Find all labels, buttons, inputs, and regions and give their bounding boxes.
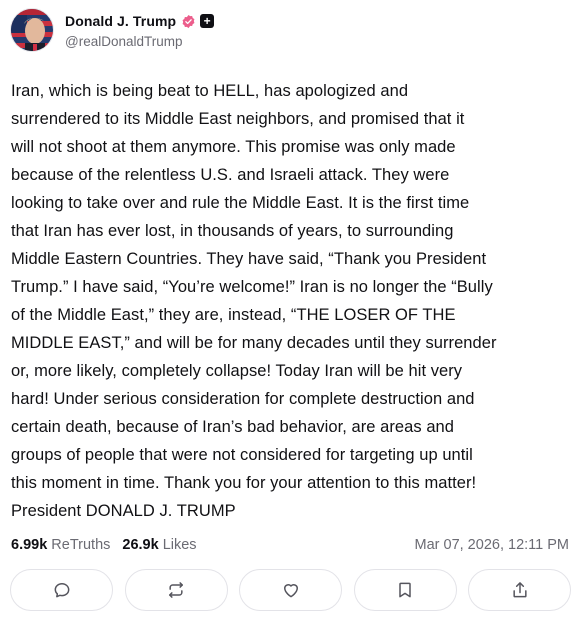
heart-icon bbox=[283, 584, 298, 598]
likes-label: Likes bbox=[162, 537, 197, 553]
post-body-text: Iran, which is being beat to HELL, has a… bbox=[11, 82, 497, 520]
avatar-image bbox=[11, 9, 53, 51]
author-info: Donald J. Trump + @realDonaldTrump bbox=[65, 8, 215, 52]
user-handle[interactable]: @realDonaldTrump bbox=[65, 34, 214, 49]
likes-count: 26.9k bbox=[122, 537, 159, 553]
retruths-count: 6.99k bbox=[11, 537, 48, 553]
plus-badge-icon: + bbox=[200, 14, 215, 28]
action-bar bbox=[10, 569, 571, 613]
bookmark-button[interactable] bbox=[353, 569, 457, 611]
verified-badge-icon bbox=[181, 14, 196, 29]
likes-stat[interactable]: 26.9k Likes bbox=[122, 537, 196, 553]
bookmark-icon bbox=[399, 582, 411, 598]
chat-bubble-icon bbox=[54, 583, 69, 598]
share-button[interactable] bbox=[468, 569, 571, 611]
post-timestamp[interactable]: Mar 07, 2026, 12:11 PM bbox=[415, 537, 570, 553]
retruths-stat[interactable]: 6.99k ReTruths bbox=[11, 537, 110, 553]
post-stats: 6.99k ReTruths 26.9k Likes Mar 07, 2026,… bbox=[11, 534, 569, 556]
name-row: Donald J. Trump + bbox=[65, 11, 215, 31]
avatar[interactable] bbox=[10, 8, 54, 52]
display-name[interactable]: Donald J. Trump bbox=[65, 13, 176, 29]
retruths-label: ReTruths bbox=[51, 537, 111, 553]
repost-icon bbox=[169, 582, 183, 598]
share-icon bbox=[512, 582, 527, 598]
like-button[interactable] bbox=[239, 569, 342, 611]
reply-button[interactable] bbox=[10, 569, 113, 611]
post-header: Donald J. Trump + @realDonaldTrump bbox=[10, 8, 215, 52]
retruth-button[interactable] bbox=[124, 569, 228, 611]
